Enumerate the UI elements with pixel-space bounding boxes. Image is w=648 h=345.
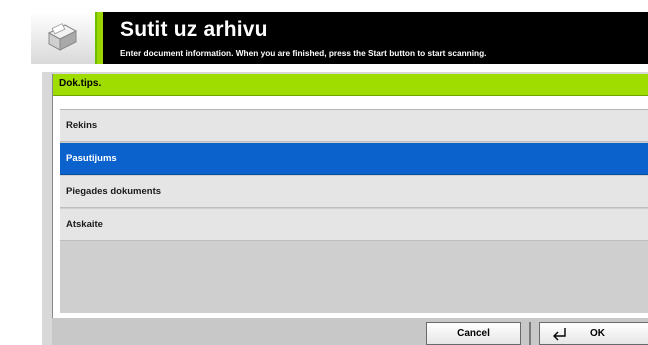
list-item-label: Pasutijums xyxy=(66,153,117,164)
enter-icon xyxy=(553,328,566,341)
screen: Sutit uz arhivu Enter document informati… xyxy=(0,0,648,345)
page-instructions: Enter document information. When you are… xyxy=(120,48,487,58)
list-item-label: Piegades dokuments xyxy=(66,186,162,197)
content-frame: Dok.tips. Rekins Pasutijums Piegades dok… xyxy=(42,72,648,345)
button-divider xyxy=(529,322,531,345)
list-item-rekins[interactable]: Rekins xyxy=(60,110,648,142)
list-item-label: Rekins xyxy=(66,120,98,131)
scanner-icon xyxy=(47,23,78,51)
list-item-label: Atskaite xyxy=(66,219,103,230)
page-title: Sutit uz arhivu xyxy=(120,18,268,41)
document-type-panel: Dok.tips. Rekins Pasutijums Piegades dok… xyxy=(52,74,648,319)
list-item-piegades-dokuments[interactable]: Piegades dokuments xyxy=(60,176,648,208)
ok-button[interactable]: OK xyxy=(539,322,648,345)
header-accent xyxy=(97,12,103,64)
cancel-button[interactable]: Cancel xyxy=(426,322,521,345)
ok-button-label: OK xyxy=(590,328,605,339)
app-icon-box xyxy=(31,12,97,64)
header-bar: Sutit uz arhivu Enter document informati… xyxy=(31,12,648,64)
cancel-button-label: Cancel xyxy=(457,328,490,339)
list-item-pasutijums[interactable]: Pasutijums xyxy=(60,143,648,175)
footer-bar: Cancel OK xyxy=(52,318,648,345)
document-type-list: Rekins Pasutijums Piegades dokuments Ats… xyxy=(60,109,648,313)
list-item-atskaite[interactable]: Atskaite xyxy=(60,209,648,241)
field-label: Dok.tips. xyxy=(59,78,102,89)
field-header: Dok.tips. xyxy=(53,74,648,96)
